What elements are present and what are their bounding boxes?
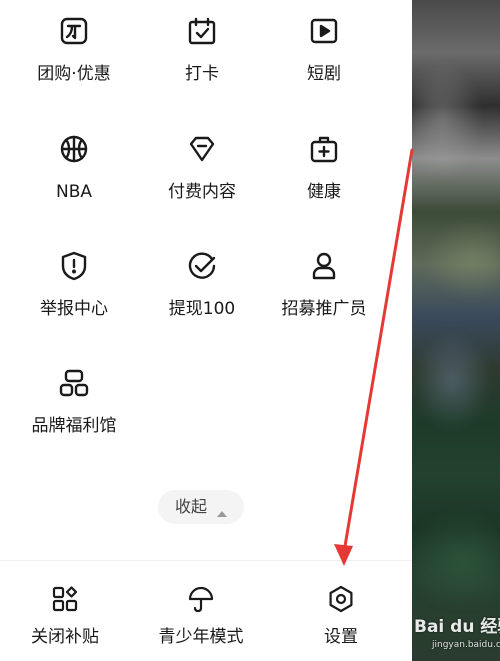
group-buy-item[interactable]: 团购·优惠 — [14, 0, 134, 90]
basketball-icon — [58, 133, 90, 165]
diamond-icon — [186, 133, 218, 165]
check-in-label: 打卡 — [185, 64, 219, 84]
collapse-label: 收起 — [175, 497, 208, 516]
health-label: 健康 — [307, 182, 341, 202]
short-drama-label: 短剧 — [307, 64, 341, 84]
paid-content-item[interactable]: 付费内容 — [142, 118, 262, 208]
nba-label: NBA — [55, 182, 92, 202]
recruit-promoter-label: 招募推广员 — [281, 299, 367, 319]
brand-welfare-label: 品牌福利馆 — [31, 416, 117, 436]
calendar-check-icon — [186, 15, 218, 47]
collapse-button[interactable]: 收起 — [158, 490, 244, 524]
settings-label: 设置 — [324, 627, 358, 647]
widgets-icon — [51, 585, 79, 613]
medical-kit-icon — [308, 133, 340, 165]
shield-alert-icon — [58, 250, 90, 282]
brand-icon — [58, 367, 90, 399]
close-subsidy-label: 关闭补贴 — [31, 627, 99, 647]
blurred-background — [412, 0, 500, 661]
report-center-item[interactable]: 举报中心 — [14, 235, 134, 325]
hexagon-settings-icon — [327, 585, 355, 613]
short-drama-item[interactable]: 短剧 — [264, 0, 384, 90]
nba-item[interactable]: NBA — [14, 118, 134, 208]
caret-up-icon — [216, 503, 228, 517]
withdraw-label: 提现100 — [168, 299, 236, 319]
check-in-item[interactable]: 打卡 — [142, 0, 262, 90]
settings-button[interactable]: 设置 — [276, 561, 406, 651]
withdraw-item[interactable]: 提现100 — [142, 235, 262, 325]
close-subsidy-button[interactable]: 关闭补贴 — [0, 561, 130, 651]
health-item[interactable]: 健康 — [264, 118, 384, 208]
brand-welfare-item[interactable]: 品牌福利馆 — [14, 352, 134, 442]
umbrella-icon — [187, 585, 215, 613]
bottom-bar: 关闭补贴 青少年模式 设置 — [0, 560, 412, 661]
play-icon — [308, 15, 340, 47]
report-center-label: 举报中心 — [40, 299, 108, 319]
teen-mode-button[interactable]: 青少年模式 — [136, 561, 266, 651]
group-buy-label: 团购·优惠 — [37, 64, 111, 84]
person-icon — [308, 250, 340, 282]
recruit-promoter-item[interactable]: 招募推广员 — [264, 235, 384, 325]
paid-content-label: 付费内容 — [168, 182, 236, 202]
check-circle-icon — [186, 250, 218, 282]
group-buy-icon — [58, 15, 90, 47]
teen-mode-label: 青少年模式 — [158, 627, 244, 647]
